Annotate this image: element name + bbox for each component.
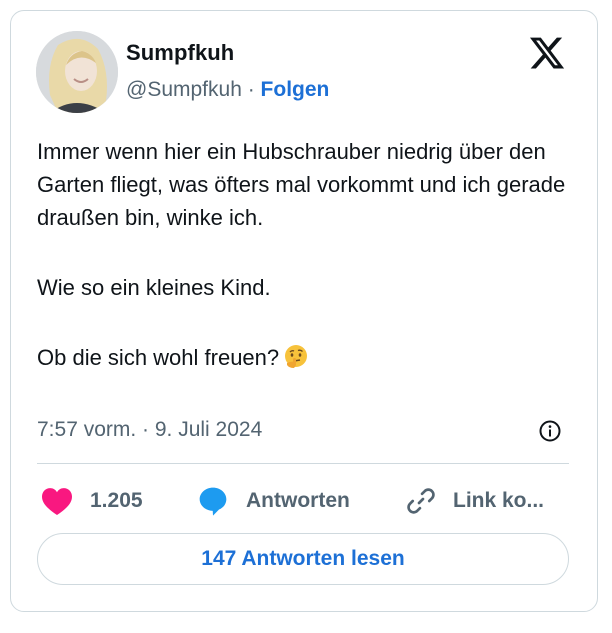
follow-link[interactable]: Folgen [261,78,330,101]
tweet-paragraph: Ob die sich wohl freuen? [37,345,280,370]
tweet-paragraph: Wie so ein kleines Kind. [37,275,271,300]
tweet-paragraph: Immer wenn hier ein Hubschrauber niedrig… [37,139,566,230]
avatar[interactable] [36,31,118,113]
heart-icon [42,488,72,516]
display-name[interactable]: Sumpfkuh [126,40,234,66]
avatar-image [36,31,118,113]
tweet-text: Immer wenn hier ein Hubschrauber niedrig… [37,135,567,374]
timestamp[interactable]: 7:57 vorm. · 9. Juli 2024 [37,418,262,442]
read-replies-button[interactable]: 147 Antworten lesen [37,533,569,585]
read-replies-label: 147 Antworten lesen [201,547,405,570]
handle-row: @Sumpfkuh · Folgen [126,78,329,102]
separator-dot: · [241,78,261,101]
x-logo-icon[interactable] [528,34,566,72]
like-count: 1.205 [90,489,143,512]
tweet-paragraph-last: Ob die sich wohl freuen? [37,341,567,374]
like-button[interactable]: 1.205 [40,484,143,518]
thinking-face-icon [285,345,308,368]
handle[interactable]: @Sumpfkuh [126,78,242,101]
copy-link-button[interactable]: Link ko... [405,484,544,518]
reply-label: Antworten [246,489,350,512]
copy-link-label: Link ko... [453,489,545,512]
link-icon [407,488,435,514]
info-icon[interactable] [538,419,562,443]
reply-button[interactable]: Antworten [196,484,350,518]
reply-bubble-icon [199,487,227,516]
divider [37,463,569,464]
